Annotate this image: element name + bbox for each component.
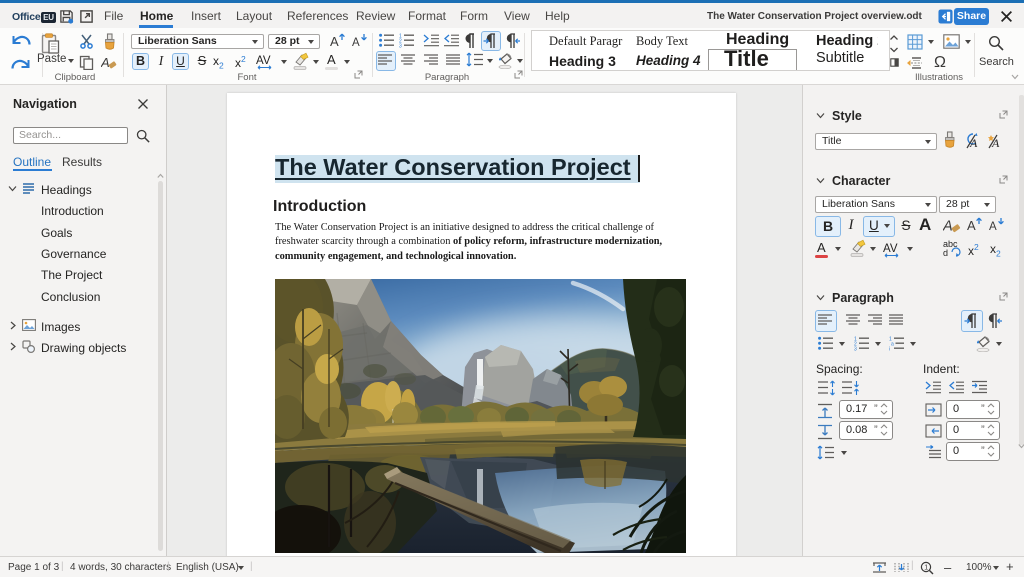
svg-text:AV: AV xyxy=(883,243,898,255)
svg-text:1: 1 xyxy=(924,565,928,572)
svg-text:3: 3 xyxy=(399,44,402,49)
svg-text:a: a xyxy=(891,342,894,348)
svg-text:3: 3 xyxy=(854,347,857,352)
svg-text:i: i xyxy=(889,347,890,352)
svg-text:A: A xyxy=(967,218,976,233)
svg-text:d: d xyxy=(943,248,948,258)
svg-text:A: A xyxy=(101,55,110,70)
svg-text:A: A xyxy=(330,34,339,49)
svg-text:A: A xyxy=(989,221,997,233)
svg-text:AV: AV xyxy=(256,55,271,67)
svg-text:A: A xyxy=(352,37,360,49)
svg-text:A: A xyxy=(943,219,953,234)
